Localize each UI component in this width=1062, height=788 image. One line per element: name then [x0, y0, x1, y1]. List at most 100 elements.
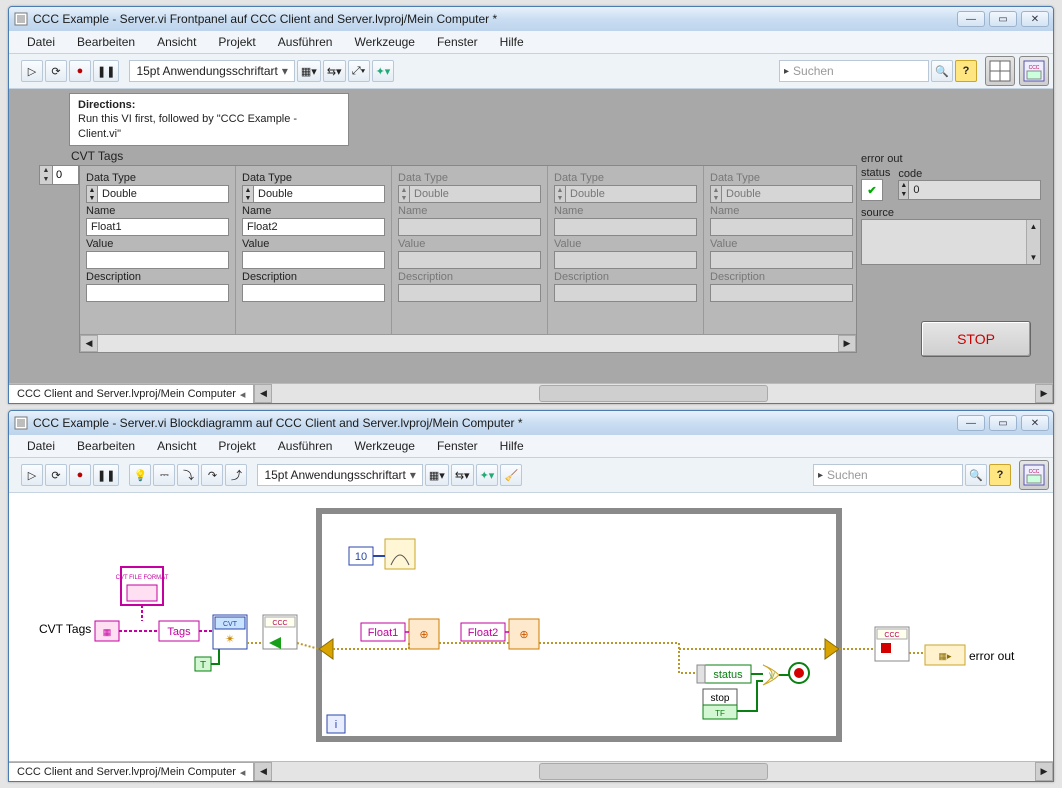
datatype-label: Data Type	[242, 172, 385, 184]
reorder-button[interactable]: ✦▾	[476, 464, 499, 486]
array-hscrollbar[interactable]: ◀ ▶	[80, 334, 856, 352]
value-field[interactable]	[86, 251, 229, 269]
svg-text:Float1: Float1	[368, 627, 399, 639]
ccc-start-subvi: CCC	[263, 615, 297, 649]
align-button[interactable]: ▦▾	[425, 464, 449, 486]
menu-hilfe[interactable]: Hilfe	[490, 33, 534, 51]
description-field[interactable]	[86, 284, 229, 302]
status-strip: CCC Client and Server.lvproj/Mein Comput…	[9, 383, 1053, 403]
datatype-select[interactable]: ▲▼Double	[242, 185, 385, 203]
close-button[interactable]: ✕	[1021, 415, 1049, 431]
panel-hscrollbar[interactable]: ◀▶	[254, 384, 1053, 403]
align-button[interactable]: ▦▾	[297, 60, 321, 82]
datatype-select: ▲▼Double	[554, 185, 697, 203]
help-button[interactable]: ?	[955, 60, 977, 82]
retain-wire-button[interactable]: ⎓	[153, 464, 175, 486]
menu-fenster[interactable]: Fenster	[427, 437, 488, 455]
vi-icon-button[interactable]: CCC	[1019, 56, 1049, 86]
minimize-button[interactable]: —	[957, 415, 985, 431]
name-field[interactable]: Float2	[242, 218, 385, 236]
scroll-track[interactable]	[98, 335, 838, 352]
distribute-button[interactable]: ⇆▾	[451, 464, 474, 486]
tag-card: Data Type▲▼DoubleNameValueDescription	[392, 166, 548, 334]
menu-bearbeiten[interactable]: Bearbeiten	[67, 33, 145, 51]
maximize-button[interactable]: ▭	[989, 415, 1017, 431]
distribute-button[interactable]: ⇆▾	[323, 60, 346, 82]
svg-text:CCC: CCC	[1029, 469, 1040, 475]
datatype-label: Data Type	[86, 172, 229, 184]
font-selector[interactable]: 15pt Anwendungsschriftart ▾	[129, 60, 294, 82]
menu-werkzeuge[interactable]: Werkzeuge	[344, 33, 424, 51]
error-wire	[247, 643, 925, 673]
close-button[interactable]: ✕	[1021, 11, 1049, 27]
window-controls: — ▭ ✕	[957, 11, 1049, 27]
toolbar: ▷ ⟳ ● ❚❚ 15pt Anwendungsschriftart ▾ ▦▾ …	[9, 54, 1053, 89]
loop-condition-terminal	[789, 663, 809, 683]
menu-datei[interactable]: Datei	[17, 33, 65, 51]
step-out-button[interactable]: ⤴	[225, 464, 247, 486]
cleanup-button[interactable]: 🧹	[500, 464, 522, 486]
titlebar[interactable]: CCC Example - Server.vi Blockdiagramm au…	[9, 411, 1053, 435]
stop-button[interactable]: STOP	[921, 321, 1031, 357]
maximize-button[interactable]: ▭	[989, 11, 1017, 27]
scroll-left-button[interactable]: ◀	[80, 335, 98, 352]
datatype-select[interactable]: ▲▼Double	[86, 185, 229, 203]
menu-projekt[interactable]: Projekt	[208, 437, 265, 455]
pause-button[interactable]: ❚❚	[93, 464, 119, 486]
run-continuous-button[interactable]: ⟳	[45, 60, 67, 82]
run-button[interactable]: ▷	[21, 60, 43, 82]
value-field[interactable]	[242, 251, 385, 269]
description-field[interactable]	[242, 284, 385, 302]
index-spinner[interactable]: ▲▼	[39, 165, 53, 185]
index-value[interactable]	[53, 165, 79, 185]
menu-ausfuehren[interactable]: Ausführen	[268, 33, 343, 51]
source-label: source	[861, 207, 1041, 219]
search-input[interactable]: ▸ Suchen	[813, 464, 963, 486]
resize-button[interactable]: ⤢▾	[348, 60, 370, 82]
connector-pane-button[interactable]	[985, 56, 1015, 86]
menu-bearbeiten[interactable]: Bearbeiten	[67, 437, 145, 455]
svg-text:status: status	[713, 669, 743, 681]
project-path[interactable]: CCC Client and Server.lvproj/Mein Comput…	[9, 384, 254, 403]
abort-button[interactable]: ●	[69, 60, 91, 82]
minimize-button[interactable]: —	[957, 11, 985, 27]
menu-werkzeuge[interactable]: Werkzeuge	[344, 437, 424, 455]
highlight-exec-button[interactable]: 💡	[129, 464, 151, 486]
block-diagram-area[interactable]: i 10 CVT Tags ▦ CVT FILE FORMAT	[9, 493, 1053, 761]
project-path[interactable]: CCC Client and Server.lvproj/Mein Comput…	[9, 762, 254, 781]
titlebar[interactable]: CCC Example - Server.vi Frontpanel auf C…	[9, 7, 1053, 31]
font-label: 15pt Anwendungsschriftart	[264, 468, 405, 482]
vi-icon-button[interactable]: CCC	[1019, 460, 1049, 490]
run-button[interactable]: ▷	[21, 464, 43, 486]
name-field[interactable]: Float1	[86, 218, 229, 236]
array-index-control[interactable]: ▲▼	[39, 165, 79, 185]
abort-button[interactable]: ●	[69, 464, 91, 486]
menu-hilfe[interactable]: Hilfe	[490, 437, 534, 455]
step-into-button[interactable]: ⤵	[177, 464, 199, 486]
svg-text:10: 10	[355, 551, 367, 563]
menu-ansicht[interactable]: Ansicht	[147, 437, 206, 455]
menu-ausfuehren[interactable]: Ausführen	[268, 437, 343, 455]
search-input[interactable]: ▸ Suchen	[779, 60, 929, 82]
help-button[interactable]: ?	[989, 464, 1011, 486]
search-icon[interactable]: 🔍	[965, 464, 987, 486]
menu-ansicht[interactable]: Ansicht	[147, 33, 206, 51]
description-label: Description	[86, 271, 229, 283]
name-label: Name	[242, 205, 385, 217]
search-icon[interactable]: 🔍	[931, 60, 953, 82]
run-continuous-button[interactable]: ⟳	[45, 464, 67, 486]
search-group: ▸ Suchen 🔍 ?	[779, 60, 977, 82]
reorder-button[interactable]: ✦▾	[372, 60, 395, 82]
search-placeholder: Suchen	[793, 64, 834, 78]
panel-hscrollbar[interactable]: ◀▶	[254, 762, 1053, 781]
font-selector[interactable]: 15pt Anwendungsschriftart ▾	[257, 464, 422, 486]
menu-projekt[interactable]: Projekt	[208, 33, 265, 51]
scroll-right-button[interactable]: ▶	[838, 335, 856, 352]
description-field	[554, 284, 697, 302]
menu-datei[interactable]: Datei	[17, 437, 65, 455]
datatype-label: Data Type	[554, 172, 697, 184]
pause-button[interactable]: ❚❚	[93, 60, 119, 82]
menu-fenster[interactable]: Fenster	[427, 33, 488, 51]
source-scrollbar[interactable]: ▲▼	[1026, 220, 1040, 264]
step-over-button[interactable]: ↷	[201, 464, 223, 486]
